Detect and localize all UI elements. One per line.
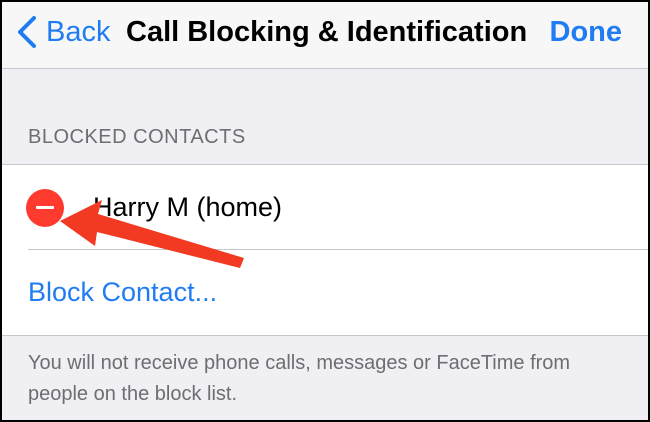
done-button[interactable]: Done (550, 12, 623, 52)
minus-circle-icon[interactable] (26, 189, 64, 227)
block-contact-link[interactable]: Block Contact... (28, 272, 217, 312)
settings-screen: Back Call Blocking & Identification Done… (2, 2, 648, 420)
section-header-blocked-contacts: BLOCKED CONTACTS (28, 126, 246, 148)
page-title: Call Blocking & Identification (126, 16, 528, 48)
chevron-left-icon (18, 16, 36, 48)
section-footer-note: You will not receive phone calls, messag… (28, 352, 571, 405)
blocked-contacts-list: Harry M (home) Block Contact... (2, 164, 648, 336)
contact-name: Harry M (home) (93, 192, 283, 222)
minus-bar (36, 206, 54, 209)
list-item: Harry M (home) (2, 165, 648, 249)
navigation-bar: Back Call Blocking & Identification Done (2, 2, 648, 69)
back-button-label: Back (46, 16, 111, 48)
back-button[interactable]: Back (14, 12, 110, 52)
list-item-block-contact[interactable]: Block Contact... (2, 250, 648, 334)
